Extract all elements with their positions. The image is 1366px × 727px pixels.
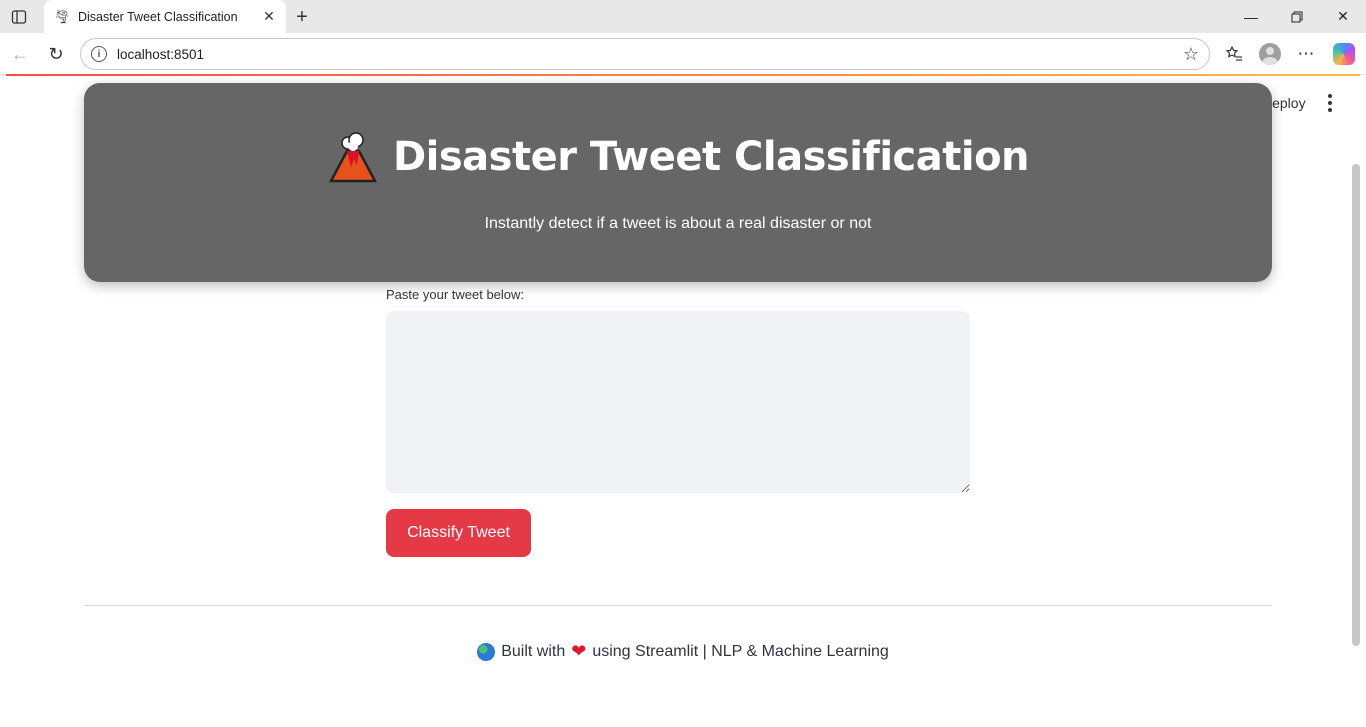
tweet-input[interactable] (386, 311, 970, 493)
page-scrollbar[interactable] (1352, 164, 1360, 646)
main-menu-icon[interactable] (1321, 93, 1339, 113)
favorites-icon[interactable] (1221, 41, 1247, 67)
footer-built-with: Built with (501, 642, 566, 660)
hero-title-row: Disaster Tweet Classification (84, 131, 1272, 183)
favorite-star-icon[interactable]: ☆ (1183, 44, 1199, 65)
restore-icon[interactable] (1274, 0, 1320, 33)
hero-banner: Disaster Tweet Classification Instantly … (84, 83, 1272, 282)
footer-text: using Streamlit | NLP & Machine Learning (592, 642, 889, 660)
tab-close-icon[interactable]: ✕ (260, 8, 278, 26)
globe-icon (477, 642, 496, 661)
tweet-input-label: Paste your tweet below: (386, 287, 525, 302)
classify-tweet-button[interactable]: Classify Tweet (386, 509, 531, 557)
back-icon[interactable]: ← (7, 41, 33, 67)
tab-title: Disaster Tweet Classification (78, 9, 238, 24)
more-options-icon[interactable]: ⋯ (1293, 41, 1319, 67)
browser-toolbar: ← ↻ i localhost:8501 ☆ ⋯ (0, 33, 1366, 75)
tornado-favicon-icon: 🌪 (53, 8, 71, 24)
browser-tab[interactable]: 🌪 Disaster Tweet Classification ✕ (44, 0, 286, 33)
page-title: Disaster Tweet Classification (392, 134, 1030, 180)
copilot-icon[interactable] (1331, 41, 1357, 67)
page-subtitle: Instantly detect if a tweet is about a r… (484, 215, 872, 232)
divider (84, 605, 1272, 606)
heart-icon: ❤ (571, 641, 587, 661)
url-text: localhost:8501 (117, 46, 205, 62)
streamlit-app: Deploy Disaster Tweet Classification Ins… (0, 76, 1366, 727)
address-bar[interactable]: i localhost:8501 ☆ (80, 38, 1210, 70)
site-info-icon[interactable]: i (91, 46, 107, 62)
footer: Built with ❤ using Streamlit | NLP & Mac… (0, 641, 1366, 662)
volcano-icon (328, 132, 378, 183)
browser-tab-bar: 🌪 Disaster Tweet Classification ✕ + — ✕ (0, 0, 1366, 33)
minimize-icon[interactable]: — (1228, 0, 1274, 33)
close-window-icon[interactable]: ✕ (1320, 0, 1366, 33)
tab-actions-icon[interactable] (8, 6, 30, 28)
profile-avatar[interactable] (1257, 41, 1283, 67)
new-tab-icon[interactable]: + (290, 5, 314, 29)
reload-icon[interactable]: ↻ (43, 41, 69, 67)
